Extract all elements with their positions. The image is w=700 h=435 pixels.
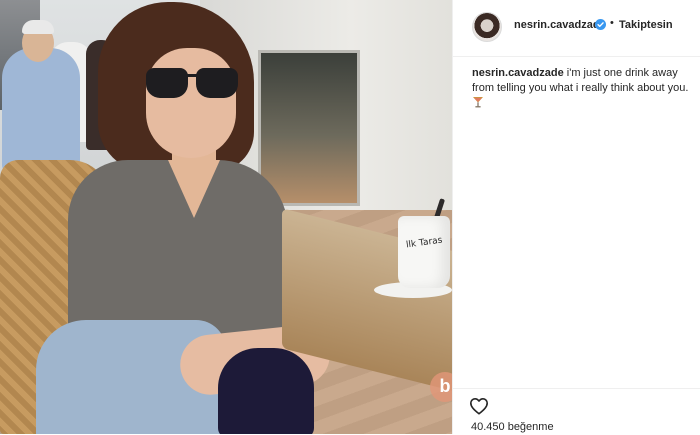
post-actions: 40.450 beğenme (453, 388, 700, 435)
post-caption: nesrin.cavadzade i'm just one drink away… (472, 66, 694, 96)
post-header: nesrin.cavadzade • Takiptesin (453, 0, 700, 57)
velvet-boot (218, 348, 314, 434)
instagram-post: llk Taras b nesrin.cavadzade • Takiptesi… (0, 0, 700, 434)
following-button[interactable]: Takiptesin (619, 19, 673, 31)
profile-username[interactable]: nesrin.cavadzade (514, 19, 606, 31)
sunglasses-lens (146, 68, 188, 98)
post-photo[interactable]: llk Taras b (0, 0, 452, 434)
watermark-logo: b (430, 372, 452, 402)
background-man-hair (22, 20, 54, 34)
heart-outline-icon[interactable] (469, 397, 489, 415)
profile-avatar[interactable] (472, 12, 502, 42)
panel-divider (452, 0, 453, 434)
likes-count[interactable]: 40.450 beğenme (471, 421, 554, 433)
coffee-cup: llk Taras (398, 216, 450, 288)
cocktail-glass-icon (473, 97, 483, 108)
woman-face (146, 48, 236, 158)
cup-print: llk Taras (405, 235, 444, 251)
caption-username[interactable]: nesrin.cavadzade (472, 67, 564, 79)
verified-badge-icon (595, 19, 606, 30)
sunglasses (146, 68, 240, 102)
separator-dot: • (610, 17, 614, 29)
sweater-neckline (168, 160, 220, 218)
background-man (2, 48, 80, 173)
shop-window (258, 50, 360, 206)
sunglasses-lens (196, 68, 238, 98)
